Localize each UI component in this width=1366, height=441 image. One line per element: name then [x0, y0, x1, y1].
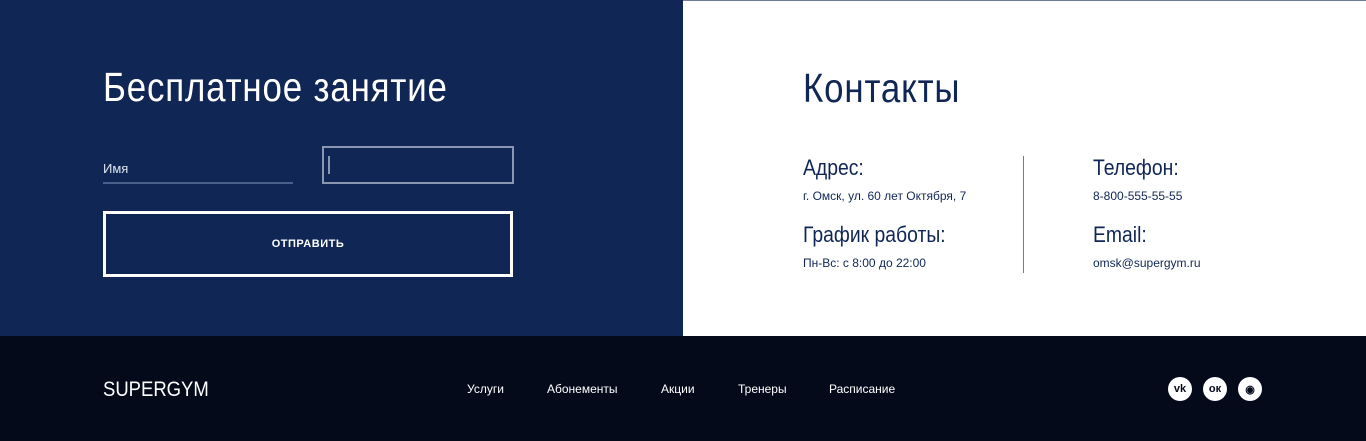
nav-schedule[interactable]: Расписание [829, 382, 895, 396]
reddit-icon[interactable]: ◉ [1238, 377, 1262, 401]
contacts-section: Контакты Адрес: г. Омск, ул. 60 лет Октя… [683, 0, 1366, 336]
divider [1023, 156, 1024, 273]
text-caret [328, 156, 330, 174]
email-label: Email: [1093, 222, 1147, 247]
logo[interactable]: SUPERGYM [103, 378, 209, 402]
nav-services[interactable]: Услуги [467, 382, 504, 396]
phone-value[interactable]: 8-800-555-55-55 [1093, 189, 1182, 203]
footer: SUPERGYM Услуги Абонементы Акции Тренеры… [0, 336, 1366, 441]
phone-input[interactable] [322, 146, 514, 184]
name-input[interactable]: Имя [103, 155, 293, 184]
hours-label: График работы: [803, 222, 946, 247]
hours-value: Пн-Вс: с 8:00 до 22:00 [803, 256, 926, 270]
email-value[interactable]: omsk@supergym.ru [1093, 256, 1201, 270]
submit-button[interactable]: ОТПРАВИТЬ [103, 211, 513, 277]
form-title: Бесплатное занятие [103, 64, 448, 110]
nav-trainers[interactable]: Тренеры [738, 382, 787, 396]
phone-label: Телефон: [1093, 155, 1179, 180]
contacts-title: Контакты [803, 65, 961, 111]
address-value: г. Омск, ул. 60 лет Октября, 7 [803, 189, 967, 203]
address-label: Адрес: [803, 155, 864, 180]
free-class-section: Бесплатное занятие Имя ОТПРАВИТЬ [0, 0, 683, 336]
vk-icon[interactable]: vk [1168, 377, 1192, 401]
nav-memberships[interactable]: Абонементы [547, 382, 618, 396]
odnoklassniki-icon[interactable]: ок [1203, 377, 1227, 401]
nav-promotions[interactable]: Акции [661, 382, 695, 396]
